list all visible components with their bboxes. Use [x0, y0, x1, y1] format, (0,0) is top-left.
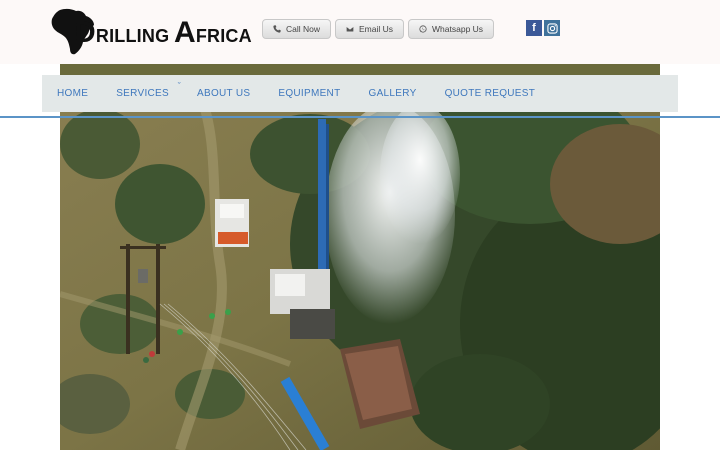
whatsapp-icon	[419, 25, 427, 33]
nav-item-quote-request[interactable]: QUOTE REQUEST	[445, 88, 536, 99]
call-now-button[interactable]: Call Now	[262, 19, 332, 39]
chevron-down-icon: ˇ	[177, 81, 181, 91]
envelope-icon	[346, 26, 354, 33]
instagram-link[interactable]	[544, 20, 560, 36]
email-us-button[interactable]: Email Us	[335, 19, 405, 39]
drilling-site-aerial-photo	[60, 64, 660, 450]
email-us-label: Email Us	[359, 24, 394, 34]
logo-word-rilling: RILLING	[95, 26, 170, 46]
whatsapp-us-button[interactable]: Whatsapp Us	[408, 19, 495, 39]
whatsapp-us-label: Whatsapp Us	[432, 24, 484, 34]
nav-item-equipment[interactable]: EQUIPMENT	[278, 88, 340, 99]
drilling-africa-logo[interactable]: DRILLING AFRICA	[50, 8, 252, 56]
nav-item-services[interactable]: SERVICES ˇ	[116, 81, 180, 99]
main-navigation: HOME SERVICES ˇ ABOUT US EQUIPMENT GALLE…	[42, 75, 678, 112]
logo-wordmark: DRILLING AFRICA	[74, 18, 252, 51]
instagram-icon	[546, 22, 558, 34]
logo-letter-d: D	[74, 16, 96, 49]
contact-buttons: Call Now Email Us Whatsapp Us	[262, 19, 495, 39]
facebook-icon: f	[532, 22, 536, 34]
hero-image	[60, 64, 660, 450]
phone-icon	[273, 25, 281, 33]
nav-item-services-label: SERVICES	[116, 88, 169, 99]
facebook-link[interactable]: f	[526, 20, 542, 36]
nav-item-about-us[interactable]: ABOUT US	[197, 88, 250, 99]
logo-word-frica: FRICA	[195, 26, 252, 46]
social-links: f	[526, 20, 560, 36]
nav-item-gallery[interactable]: GALLERY	[369, 88, 417, 99]
call-now-label: Call Now	[286, 24, 321, 34]
nav-accent-line	[0, 116, 720, 118]
logo-letter-a: A	[173, 16, 196, 49]
nav-item-home[interactable]: HOME	[57, 88, 88, 99]
